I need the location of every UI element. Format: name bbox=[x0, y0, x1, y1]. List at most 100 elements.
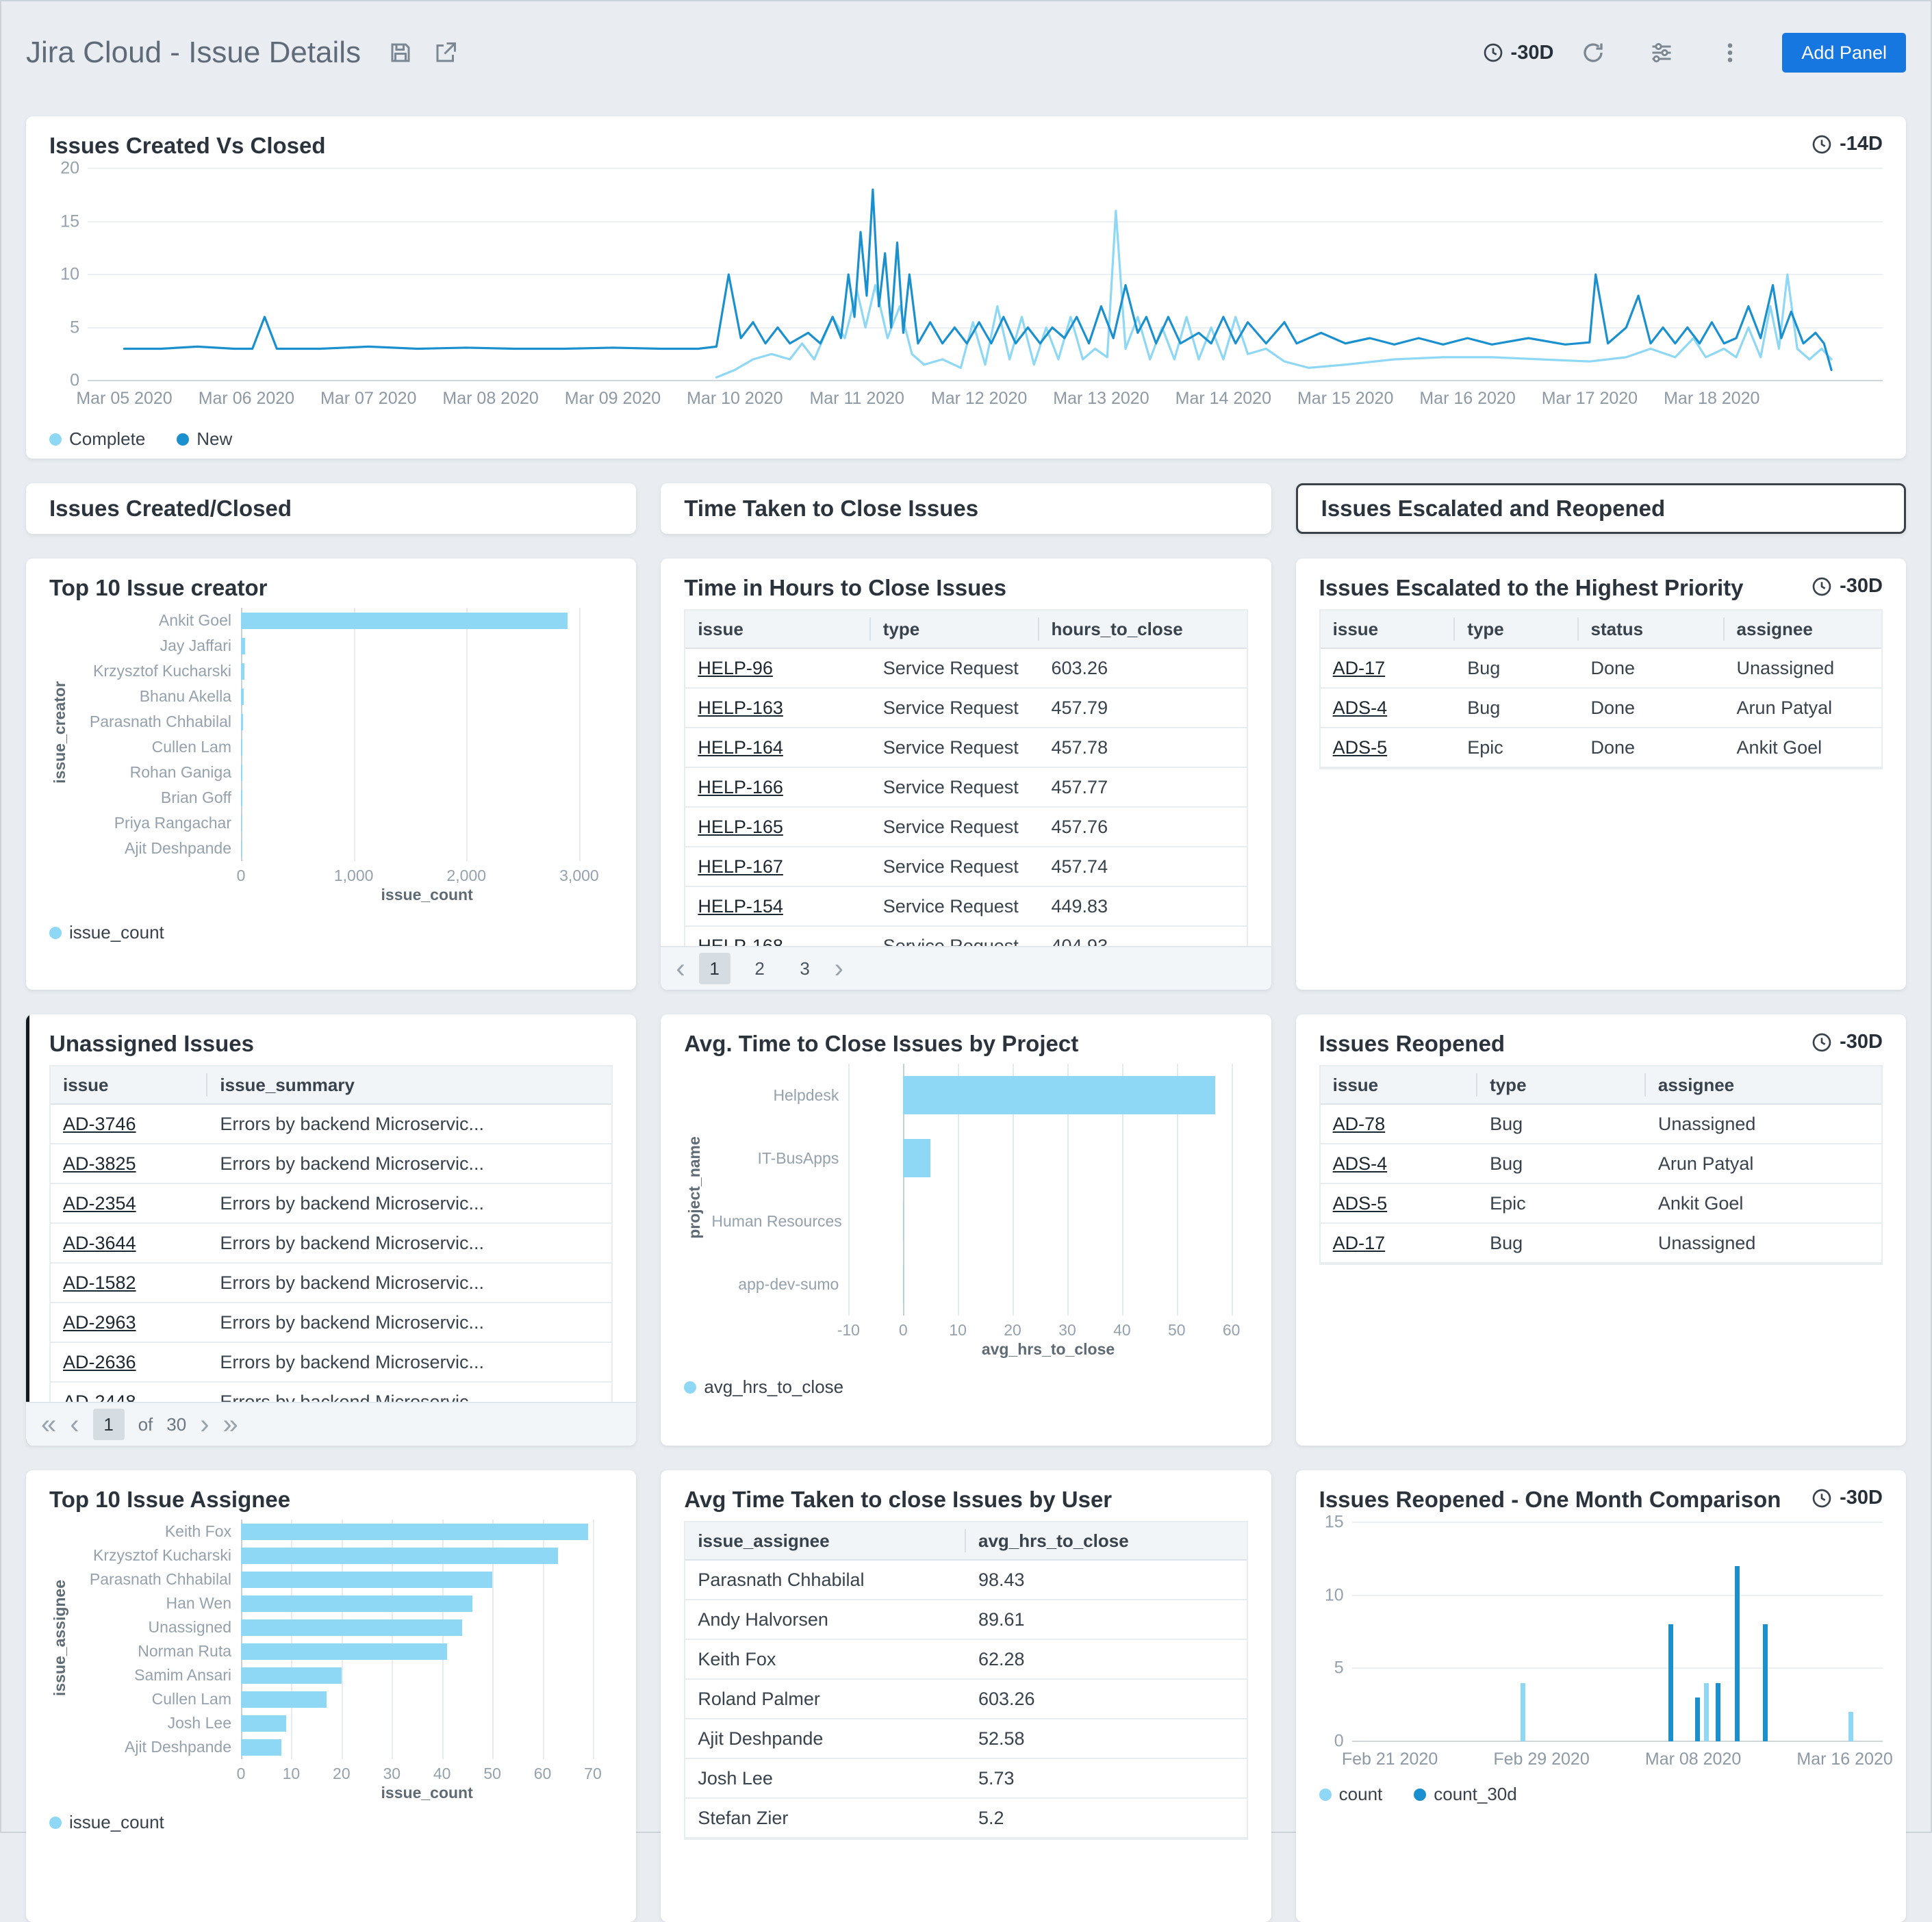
bar-plot-area[interactable] bbox=[1352, 1522, 1883, 1741]
time-to-close-table[interactable]: issuetypehours_to_close HELP-96Service Re… bbox=[684, 609, 1247, 968]
issue-link[interactable]: AD-3746 bbox=[51, 1114, 207, 1135]
legend-count[interactable]: count bbox=[1319, 1784, 1383, 1805]
issue-link[interactable]: HELP-96 bbox=[685, 658, 870, 679]
created-vs-closed-chart[interactable]: 05101520 Mar 05 2020Mar 06 2020Mar 07 20… bbox=[49, 168, 1883, 411]
x-tick-label: 50 bbox=[1168, 1321, 1186, 1340]
table-row: ADS-4BugArun Patyal bbox=[1321, 1144, 1881, 1184]
issue-link[interactable]: ADS-4 bbox=[1321, 1153, 1477, 1175]
save-icon[interactable] bbox=[384, 36, 417, 69]
top-assignee-chart[interactable]: issue_assignee Keith FoxKrzysztof Kuchar… bbox=[49, 1520, 613, 1802]
category-label: Ankit Goel bbox=[77, 608, 241, 633]
reopened-table[interactable]: issuetypeassigneeAD-78BugUnassignedADS-4… bbox=[1319, 1065, 1883, 1265]
column-header[interactable]: assignee bbox=[1646, 1073, 1881, 1097]
table-cell: Done bbox=[1579, 737, 1725, 758]
issue-link[interactable]: HELP-165 bbox=[685, 817, 870, 838]
gridline bbox=[1352, 1667, 1883, 1669]
table-cell: Bug bbox=[1477, 1114, 1646, 1135]
legend-complete[interactable]: Complete bbox=[49, 428, 145, 450]
refresh-icon[interactable] bbox=[1577, 36, 1610, 69]
issue-link[interactable]: ADS-5 bbox=[1321, 1193, 1477, 1214]
issue-link[interactable]: AD-2636 bbox=[51, 1352, 207, 1373]
issue-link[interactable]: AD-17 bbox=[1321, 1233, 1477, 1254]
issue-link[interactable]: HELP-163 bbox=[685, 697, 870, 719]
issue-link[interactable]: AD-1582 bbox=[51, 1272, 207, 1294]
column-header[interactable]: assignee bbox=[1725, 617, 1881, 641]
section-header-created-closed[interactable]: Issues Created/Closed bbox=[26, 483, 636, 534]
issue-link[interactable]: AD-2354 bbox=[51, 1193, 207, 1214]
issue-link[interactable]: HELP-166 bbox=[685, 777, 870, 798]
issue-link[interactable]: AD-78 bbox=[1321, 1114, 1477, 1135]
bar bbox=[241, 1572, 492, 1588]
issue-link[interactable]: AD-3825 bbox=[51, 1153, 207, 1175]
gridline bbox=[1232, 1064, 1233, 1316]
issue-link[interactable]: AD-2963 bbox=[51, 1312, 207, 1333]
prev-page-icon[interactable]: ‹ bbox=[70, 1411, 79, 1438]
filter-settings-icon[interactable] bbox=[1645, 36, 1678, 69]
panel-time-range[interactable]: -30D bbox=[1811, 575, 1883, 598]
page-number[interactable]: 1 bbox=[93, 1409, 125, 1440]
bar-plot-area[interactable] bbox=[241, 608, 613, 861]
legend-new[interactable]: New bbox=[177, 428, 232, 450]
avg-by-project-chart[interactable]: project_name HelpdeskIT-BusAppsHuman Res… bbox=[684, 1064, 1247, 1359]
legend-dot bbox=[1414, 1789, 1426, 1801]
legend-issue-count[interactable]: issue_count bbox=[49, 922, 164, 943]
column-header[interactable]: issue_summary bbox=[207, 1073, 611, 1097]
page-number[interactable]: 3 bbox=[789, 953, 821, 984]
issue-link[interactable]: ADS-4 bbox=[1321, 697, 1456, 719]
bar-plot-area[interactable] bbox=[848, 1064, 1247, 1316]
panel-time-range[interactable]: -30D bbox=[1811, 1487, 1883, 1509]
legend-avg-hrs[interactable]: avg_hrs_to_close bbox=[684, 1376, 843, 1398]
column-header[interactable]: type bbox=[1477, 1073, 1646, 1097]
avg-by-user-table[interactable]: issue_assigneeavg_hrs_to_closeParasnath … bbox=[684, 1521, 1247, 1840]
table-cell: Service Request bbox=[871, 697, 1039, 719]
section-header-escalated-reopened[interactable]: Issues Escalated and Reopened bbox=[1296, 483, 1906, 534]
page-number[interactable]: 2 bbox=[744, 953, 776, 984]
export-icon[interactable] bbox=[429, 36, 462, 69]
column-header[interactable]: issue_assignee bbox=[685, 1529, 966, 1552]
column-header[interactable]: status bbox=[1579, 617, 1725, 641]
bar-plot-area[interactable] bbox=[241, 1520, 613, 1759]
column-header[interactable]: issue bbox=[685, 617, 870, 641]
more-menu-icon[interactable] bbox=[1714, 36, 1746, 69]
column-header[interactable]: avg_hrs_to_close bbox=[966, 1529, 1247, 1552]
column-header[interactable]: issue bbox=[1321, 1073, 1477, 1097]
top-creator-chart[interactable]: issue_creator Ankit GoelJay JaffariKrzys… bbox=[49, 608, 613, 904]
global-time-range[interactable]: -30D bbox=[1482, 42, 1554, 64]
legend-count-30d[interactable]: count_30d bbox=[1414, 1784, 1516, 1805]
next-page-icon[interactable]: › bbox=[200, 1411, 209, 1438]
chart-legend: count count_30d bbox=[1319, 1784, 1883, 1805]
x-tick-label: 30 bbox=[383, 1765, 401, 1783]
add-panel-button[interactable]: Add Panel bbox=[1782, 33, 1906, 73]
column-header[interactable]: hours_to_close bbox=[1039, 617, 1247, 641]
page-number[interactable]: 1 bbox=[699, 953, 730, 984]
last-page-icon[interactable]: » bbox=[223, 1411, 238, 1438]
legend-issue-count[interactable]: issue_count bbox=[49, 1812, 164, 1833]
panel-time-range[interactable]: -14D bbox=[1811, 133, 1883, 155]
bar bbox=[241, 765, 242, 781]
issue-link[interactable]: AD-17 bbox=[1321, 658, 1456, 679]
issue-link[interactable]: ADS-5 bbox=[1321, 737, 1456, 758]
x-tick-label: Mar 13 2020 bbox=[1053, 389, 1149, 409]
escalated-table[interactable]: issuetypestatusassigneeAD-17BugDoneUnass… bbox=[1319, 609, 1883, 769]
column-header[interactable]: issue bbox=[1321, 617, 1456, 641]
prev-page-icon[interactable]: ‹ bbox=[676, 955, 685, 982]
issue-link[interactable]: HELP-154 bbox=[685, 896, 870, 917]
section-header-time-taken[interactable]: Time Taken to Close Issues bbox=[661, 483, 1271, 534]
gridline bbox=[579, 608, 581, 861]
reopened-comparison-chart[interactable]: 051015 Feb 21 2020Feb 29 2020Mar 08 2020… bbox=[1319, 1522, 1883, 1771]
column-header[interactable]: issue bbox=[51, 1073, 207, 1097]
issue-link[interactable]: HELP-164 bbox=[685, 737, 870, 758]
table-row: HELP-167Service Request457.74 bbox=[685, 847, 1246, 887]
column-header[interactable]: type bbox=[1455, 617, 1578, 641]
column-header[interactable]: type bbox=[871, 617, 1039, 641]
issue-link[interactable]: HELP-167 bbox=[685, 856, 870, 877]
table-cell: 449.83 bbox=[1039, 896, 1247, 917]
unassigned-issues-table[interactable]: issueissue_summaryAD-3746Errors by backe… bbox=[49, 1065, 613, 1424]
next-page-icon[interactable]: › bbox=[835, 955, 843, 982]
first-page-icon[interactable]: « bbox=[41, 1411, 56, 1438]
panel-time-range[interactable]: -30D bbox=[1811, 1031, 1883, 1053]
table-row: Stefan Zier5.2 bbox=[685, 1799, 1246, 1838]
line-plot-area[interactable] bbox=[88, 168, 1883, 381]
issue-link[interactable]: AD-3644 bbox=[51, 1233, 207, 1254]
x-tick-label: 2,000 bbox=[447, 867, 487, 885]
